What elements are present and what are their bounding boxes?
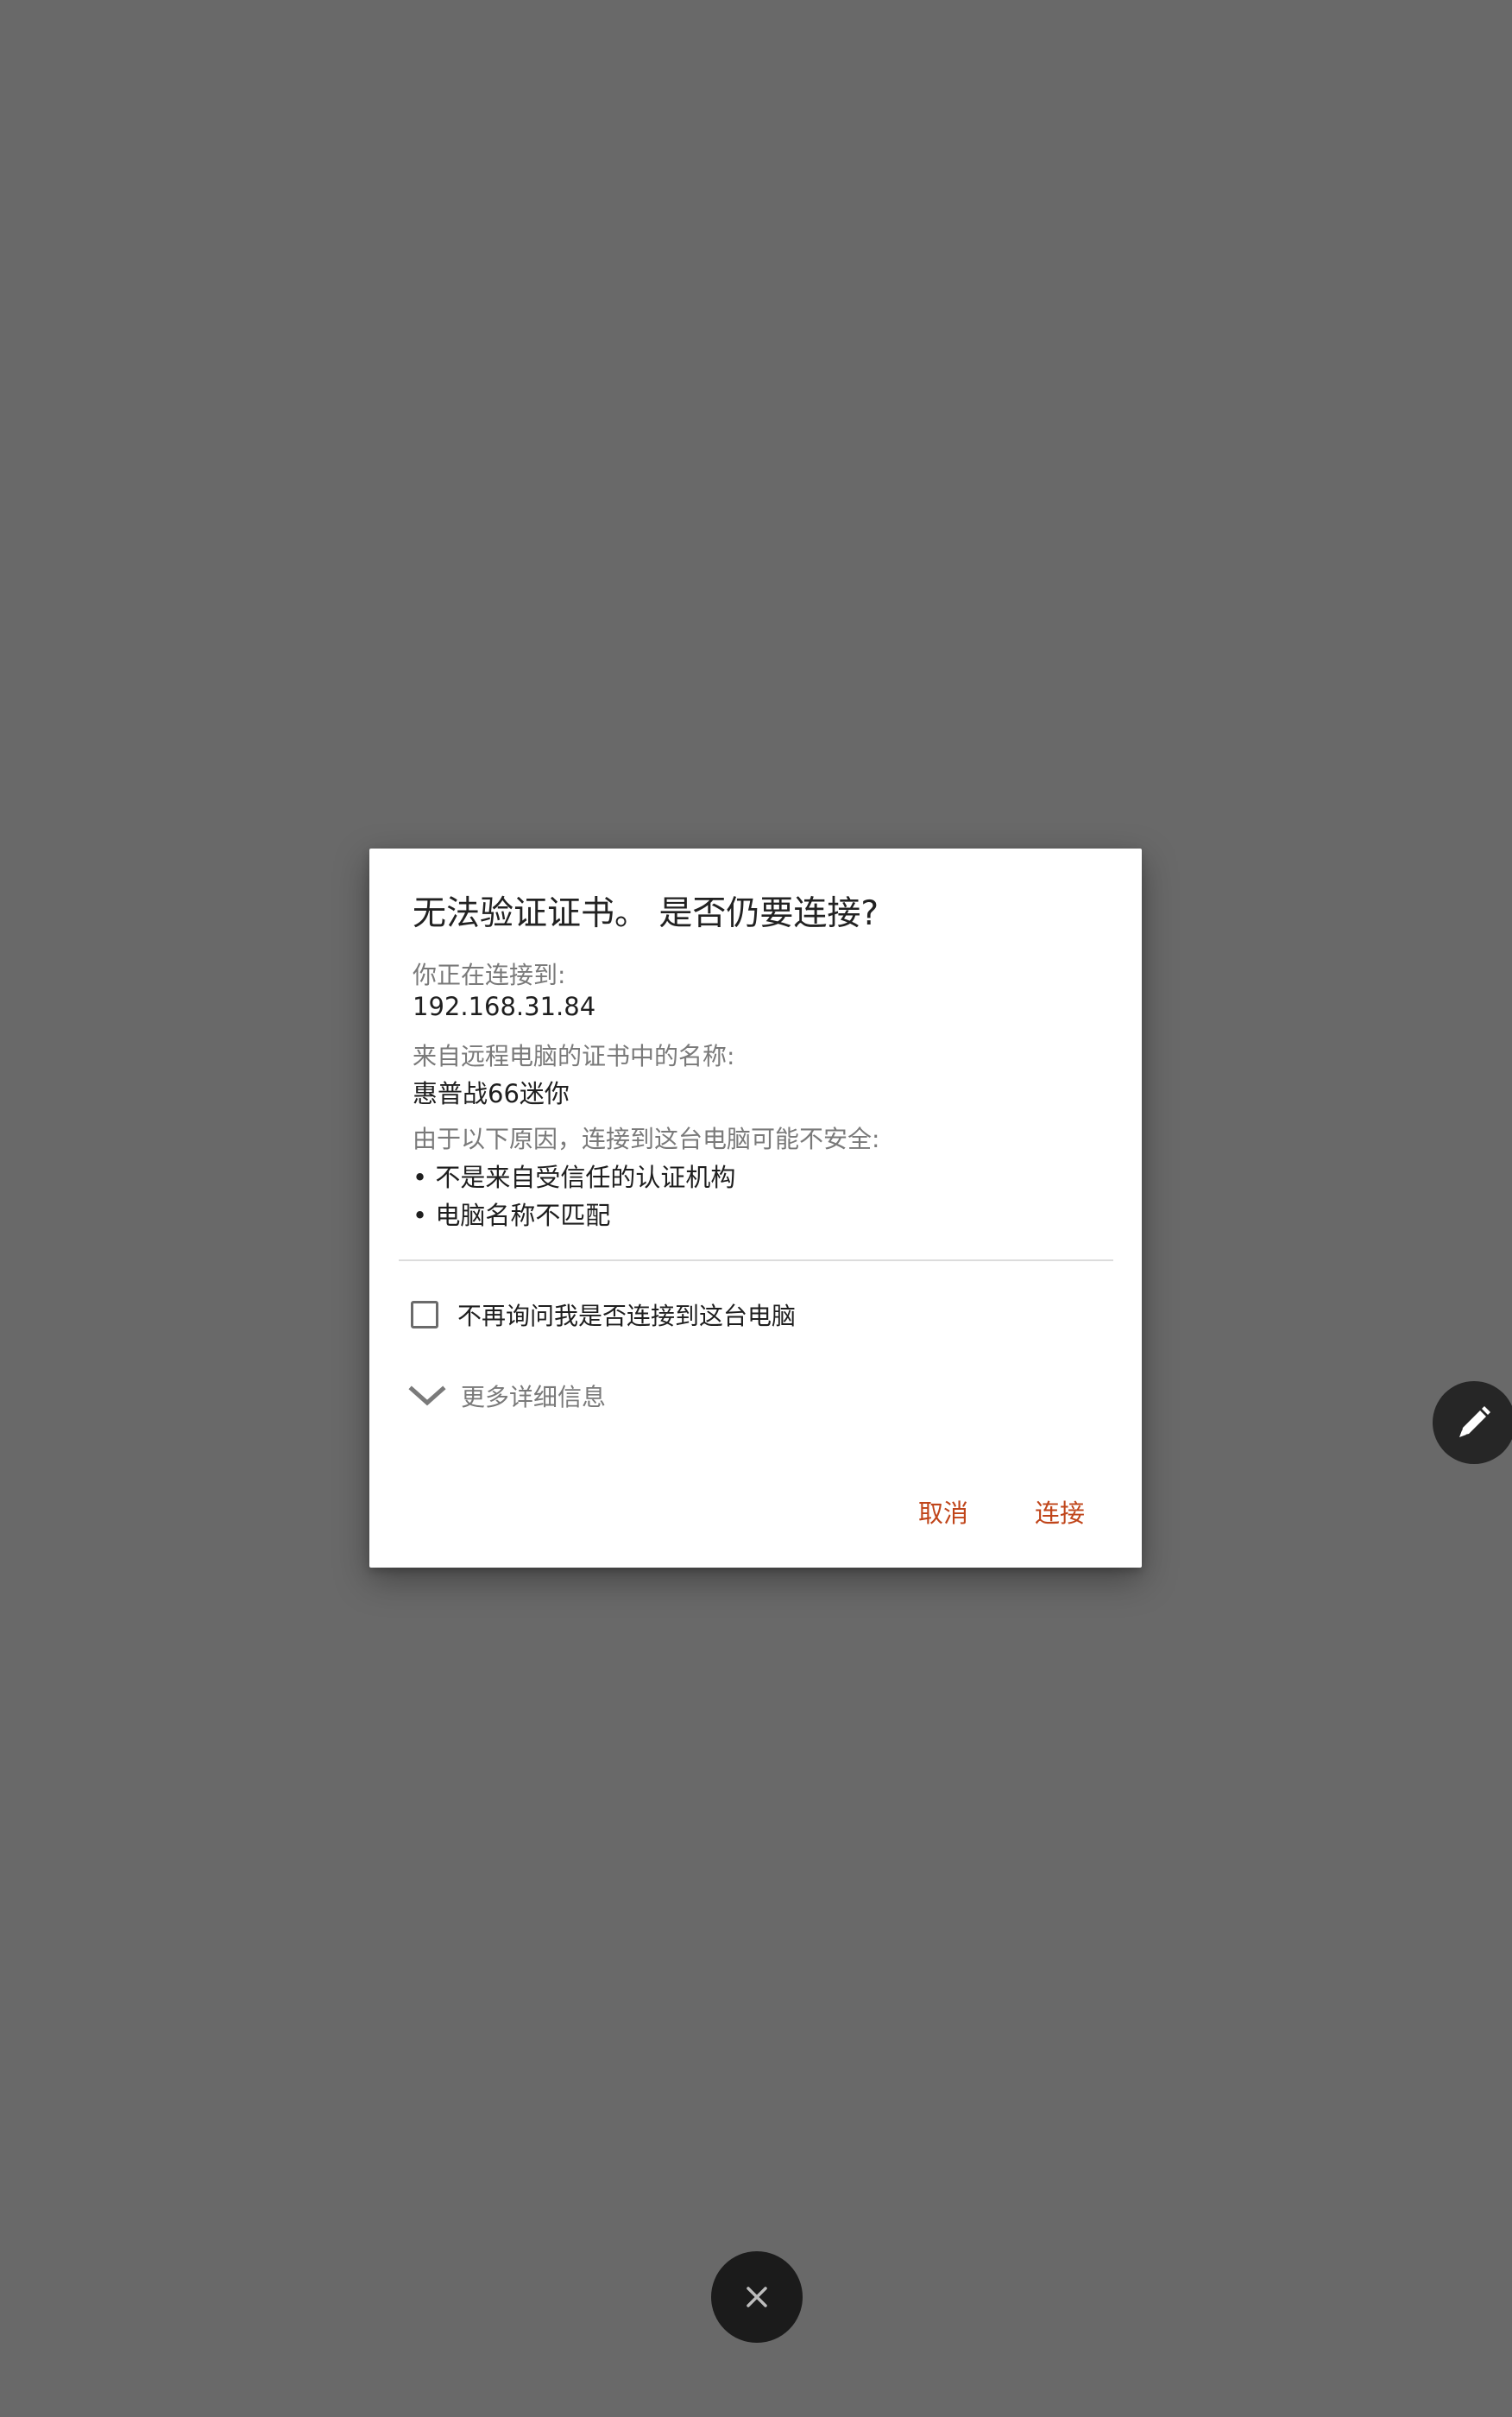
host-address: 192.168.31.84 (413, 992, 596, 1021)
reasons-label: 由于以下原因，连接到这台电脑可能不安全: (413, 1125, 880, 1153)
cert-name-label: 来自远程电脑的证书中的名称: (413, 1042, 735, 1070)
reason-item: • 电脑名称不匹配 (413, 1201, 611, 1230)
dont-ask-again-label[interactable]: 不再询问我是否连接到这台电脑 (457, 1297, 796, 1332)
connect-button[interactable]: 连接 (1035, 1491, 1085, 1536)
chevron-down-icon[interactable] (407, 1383, 447, 1409)
close-button[interactable] (711, 2251, 803, 2343)
more-details-label[interactable]: 更多详细信息 (461, 1379, 606, 1413)
remote-desktop-screen: { "dialog": { "title": "无法验证证书。 是否仍要连接?"… (0, 0, 1512, 2417)
dont-ask-again-checkbox[interactable] (411, 1301, 438, 1328)
edit-button[interactable] (1433, 1381, 1512, 1464)
reason-item: • 不是来自受信任的认证机构 (413, 1163, 736, 1192)
pencil-icon (1459, 1406, 1490, 1437)
dont-ask-again-option[interactable]: 不再询问我是否连接到这台电脑 (411, 1296, 796, 1334)
more-details-toggle[interactable]: 更多详细信息 (407, 1377, 606, 1415)
connecting-to-label: 你正在连接到: (413, 961, 566, 989)
cancel-button[interactable]: 取消 (918, 1491, 968, 1536)
certificate-warning-dialog: 无法验证证书。 是否仍要连接? 你正在连接到: 192.168.31.84 来自… (369, 849, 1142, 1568)
divider (399, 1259, 1113, 1261)
close-icon (747, 2287, 767, 2307)
cert-name-value: 惠普战66迷你 (413, 1079, 570, 1108)
dialog-title: 无法验证证书。 是否仍要连接? (413, 894, 879, 933)
